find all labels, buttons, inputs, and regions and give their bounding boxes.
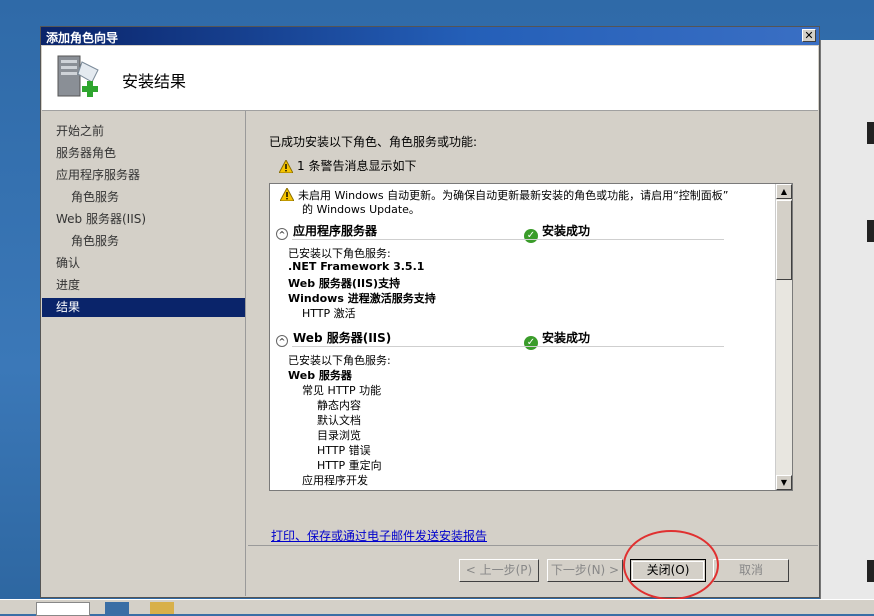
sidebar-item-results[interactable]: 结果 (42, 298, 245, 317)
sidebar-item-progress[interactable]: 进度 (42, 276, 245, 295)
wizard-steps-sidebar: 开始之前 服务器角色 应用程序服务器 角色服务 Web 服务器(IIS) 角色服… (42, 111, 246, 596)
scroll-down-button[interactable]: ▼ (776, 475, 792, 490)
server-add-icon (57, 55, 99, 97)
title-bar[interactable]: 添加角色向导 ✕ (41, 27, 819, 45)
role-service-item: 常见 HTTP 功能 (302, 384, 382, 397)
role-service-item: HTTP 错误 (317, 444, 371, 457)
status-text: 安装成功 (542, 224, 591, 238)
status-text: 安装成功 (542, 331, 591, 345)
taskbar-button[interactable] (36, 602, 90, 616)
page-title: 安装结果 (122, 72, 187, 91)
close-button[interactable]: 关闭(O) (630, 559, 706, 582)
success-check-icon: ✓ (524, 336, 538, 350)
cancel-button[interactable]: 取消 (713, 559, 789, 582)
sidebar-item-web-server-iis[interactable]: Web 服务器(IIS) (42, 210, 245, 229)
collapse-icon[interactable]: ^ (276, 335, 288, 347)
success-check-icon: ✓ (524, 229, 538, 243)
role-service-item: 默认文档 (317, 414, 361, 427)
scroll-thumb[interactable] (776, 200, 792, 280)
section-title: Web 服务器(IIS) (293, 331, 392, 345)
warning-icon (279, 186, 295, 202)
section-title: 应用程序服务器 (293, 224, 378, 238)
report-link[interactable]: 打印、保存或通过电子邮件发送安装报告 (271, 527, 487, 544)
previous-button[interactable]: < 上一步(P) (459, 559, 539, 582)
installed-label: 已安装以下角色服务: (288, 247, 391, 260)
warning-icon (279, 160, 293, 173)
role-service-item: HTTP 重定向 (317, 459, 382, 472)
folder-icon[interactable] (150, 602, 174, 614)
role-service-item: 应用程序开发 (302, 474, 368, 487)
footer-divider (248, 545, 818, 546)
update-warning-line2: 的 Windows Update。 (302, 203, 420, 216)
wizard-header: 安装结果 (42, 46, 818, 111)
results-intro-text: 已成功安装以下角色、角色服务或功能: (269, 135, 478, 149)
sidebar-item-before-you-begin[interactable]: 开始之前 (42, 122, 245, 141)
results-details-box[interactable]: 未启用 Windows 自动更新。为确保自动更新最新安装的角色或功能，请启用“控… (269, 183, 793, 491)
background-window (820, 40, 874, 600)
close-window-button[interactable]: ✕ (802, 29, 816, 42)
window-title: 添加角色向导 (46, 31, 119, 45)
collapse-icon[interactable]: ^ (276, 228, 288, 240)
taskbar (0, 599, 874, 616)
next-button[interactable]: 下一步(N) > (547, 559, 623, 582)
divider (292, 346, 724, 347)
role-service-item: Windows 进程激活服务支持 (288, 292, 436, 305)
section-web-server-header[interactable]: ^ Web 服务器(IIS) (276, 329, 391, 347)
sidebar-item-role-services-1[interactable]: 角色服务 (42, 188, 245, 207)
installed-label: 已安装以下角色服务: (288, 354, 391, 367)
taskbar-app-icon[interactable] (105, 602, 129, 614)
warning-summary: 1 条警告消息显示如下 (279, 157, 416, 174)
role-service-item: .NET Framework 3.5.1 (288, 260, 425, 273)
role-service-item: Web 服务器(IIS)支持 (288, 277, 401, 290)
sidebar-item-role-services-2[interactable]: 角色服务 (42, 232, 245, 251)
warning-summary-text: 1 条警告消息显示如下 (297, 159, 417, 173)
results-content: 已成功安装以下角色、角色服务或功能: 1 条警告消息显示如下 未启用 Windo… (247, 111, 819, 543)
role-service-item: HTTP 激活 (302, 307, 356, 320)
role-service-item: 目录浏览 (317, 429, 361, 442)
divider (292, 239, 724, 240)
sidebar-item-server-roles[interactable]: 服务器角色 (42, 144, 245, 163)
role-service-item: 静态内容 (317, 399, 361, 412)
sidebar-item-application-server[interactable]: 应用程序服务器 (42, 166, 245, 185)
add-roles-wizard-dialog: 添加角色向导 ✕ 安装结果 开始之前 服务器角色 应用程序服务器 角色服务 We… (40, 26, 820, 598)
role-service-item: Web 服务器 (288, 369, 352, 382)
vertical-scrollbar[interactable]: ▲ ▼ (775, 184, 792, 490)
section-application-server-header[interactable]: ^ 应用程序服务器 (276, 222, 377, 240)
sidebar-item-confirmation[interactable]: 确认 (42, 254, 245, 273)
scroll-up-button[interactable]: ▲ (776, 184, 792, 199)
